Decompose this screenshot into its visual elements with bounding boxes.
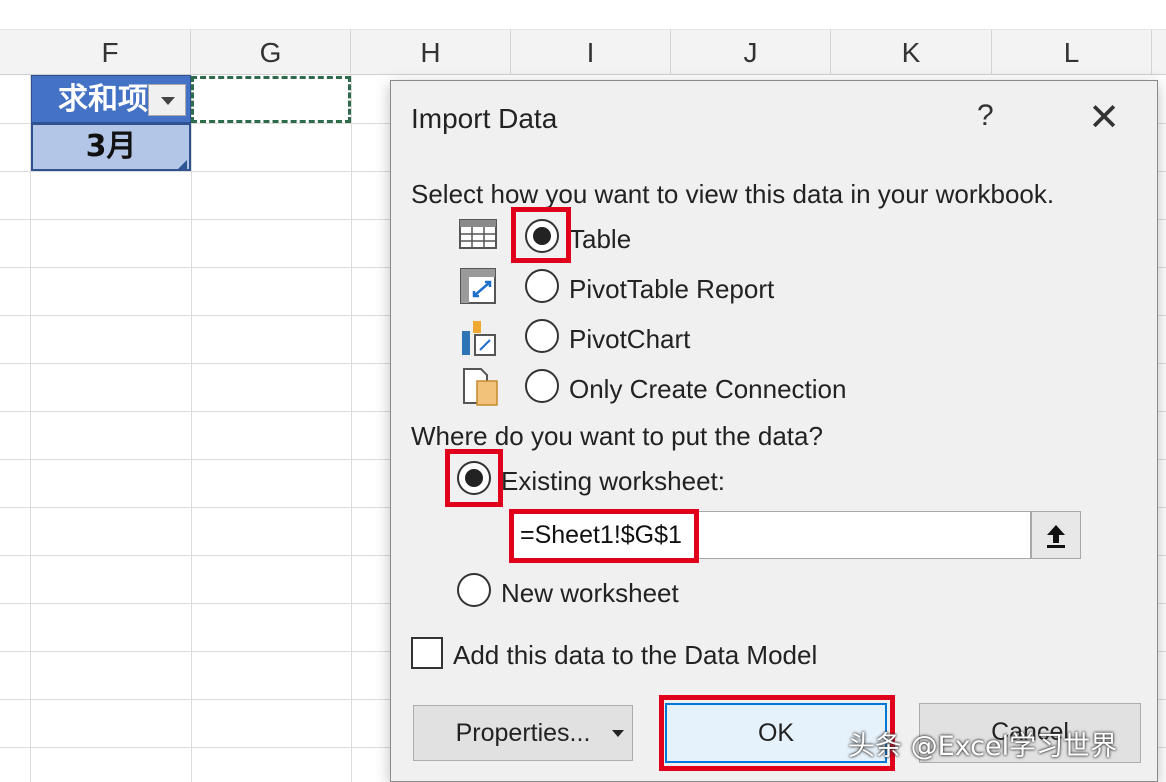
option-only-connection-label[interactable]: Only Create Connection xyxy=(569,374,846,405)
location-prompt: Where do you want to put the data? xyxy=(411,421,823,451)
column-header-i[interactable]: I xyxy=(511,30,671,75)
properties-button-label: Properties... xyxy=(455,719,591,747)
column-header-row: F G H I J K L xyxy=(0,30,1166,75)
import-data-dialog: Import Data ? ✕ Select how you want to v… xyxy=(390,80,1158,782)
pivotchart-icon xyxy=(459,317,499,357)
pivot-value-cell[interactable]: 3月 xyxy=(31,123,191,171)
formula-bar-area xyxy=(0,0,1166,30)
column-header-h[interactable]: H xyxy=(351,30,511,75)
close-icon[interactable]: ✕ xyxy=(1087,97,1121,137)
column-header-j[interactable]: J xyxy=(671,30,831,75)
gridline xyxy=(30,75,31,782)
new-worksheet-label[interactable]: New worksheet xyxy=(501,578,679,609)
option-pivottable-label[interactable]: PivotTable Report xyxy=(569,274,774,305)
cell-reference-input[interactable]: =Sheet1!$G$1 xyxy=(509,511,1031,559)
column-header-f[interactable]: F xyxy=(30,30,191,75)
properties-button[interactable]: Properties... xyxy=(413,705,633,761)
radio-pivottable[interactable] xyxy=(525,269,559,303)
pivottable-icon xyxy=(459,267,499,307)
data-model-label[interactable]: Add this data to the Data Model xyxy=(453,640,817,671)
radio-new-worksheet[interactable] xyxy=(457,573,491,607)
option-pivotchart-label[interactable]: PivotChart xyxy=(569,324,690,355)
radio-table[interactable] xyxy=(525,219,559,253)
table-icon xyxy=(459,217,499,257)
dialog-title: Import Data xyxy=(411,103,558,134)
connection-icon xyxy=(461,367,501,407)
option-table-label[interactable]: Table xyxy=(569,224,631,255)
chevron-down-icon xyxy=(612,730,624,737)
column-header-l[interactable]: L xyxy=(992,30,1152,75)
radio-existing-worksheet[interactable] xyxy=(457,461,491,495)
view-prompt: Select how you want to view this data in… xyxy=(411,179,1055,209)
help-button[interactable]: ? xyxy=(977,99,994,133)
pivot-resize-handle[interactable] xyxy=(178,160,187,169)
gridline xyxy=(191,75,192,782)
watermark-text: 头条 @Excel学习世界 xyxy=(848,731,1118,762)
selected-cell-g1[interactable] xyxy=(191,76,351,123)
column-header-k[interactable]: K xyxy=(831,30,992,75)
column-header-g[interactable]: G xyxy=(191,30,351,75)
existing-worksheet-label[interactable]: Existing worksheet: xyxy=(501,466,725,497)
gridline xyxy=(351,75,352,782)
radio-only-connection[interactable] xyxy=(525,369,559,403)
collapse-dialog-button[interactable] xyxy=(1031,511,1081,559)
pivot-filter-dropdown[interactable] xyxy=(148,84,186,116)
upload-arrow-icon xyxy=(1047,525,1065,548)
data-model-checkbox[interactable] xyxy=(411,637,443,669)
radio-pivotchart[interactable] xyxy=(525,319,559,353)
